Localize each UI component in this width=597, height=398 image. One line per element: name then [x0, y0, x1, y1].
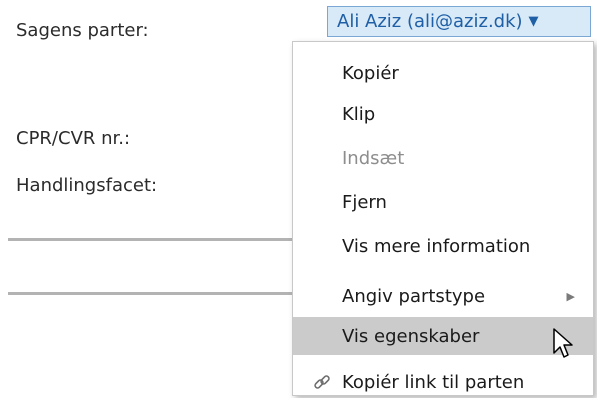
menu-item-copy-link[interactable]: Kopiér link til parten	[293, 363, 593, 398]
action-facet-label: Handlingsfacet:	[16, 175, 158, 196]
parties-label: Sagens parter:	[16, 20, 149, 41]
menu-item-label: Fjern	[342, 191, 387, 213]
divider-line	[8, 292, 308, 295]
menu-item-label: Kopiér link til parten	[342, 371, 525, 393]
menu-item-label: Indsæt	[342, 147, 405, 169]
menu-item-label: Klip	[342, 103, 376, 125]
triangle-down-icon: ▼	[528, 14, 539, 29]
menu-item-show-properties[interactable]: Vis egenskaber	[293, 317, 593, 355]
menu-item-set-party-type[interactable]: Angiv partstype ▶	[293, 277, 593, 315]
menu-item-paste: Indsæt	[293, 139, 593, 177]
menu-item-label: Kopiér	[342, 62, 399, 84]
mouse-pointer-icon	[553, 328, 573, 358]
context-menu: Kopiér Klip Indsæt Fjern Vis mere inform…	[292, 41, 594, 396]
link-icon	[314, 375, 330, 389]
menu-item-remove[interactable]: Fjern	[293, 183, 593, 221]
screen: Sagens parter: CPR/CVR nr.: Handlingsfac…	[0, 0, 597, 398]
menu-item-label: Vis egenskaber	[342, 325, 480, 347]
divider-line	[8, 238, 308, 241]
cpr-cvr-label: CPR/CVR nr.:	[16, 128, 131, 149]
party-select-value: Ali Aziz (ali@aziz.dk)	[337, 11, 523, 32]
menu-item-copy[interactable]: Kopiér	[293, 54, 593, 92]
menu-item-more-information[interactable]: Vis mere information	[293, 227, 593, 265]
menu-item-cut[interactable]: Klip	[293, 95, 593, 133]
submenu-arrow-icon: ▶	[566, 289, 575, 303]
menu-item-label: Angiv partstype	[342, 285, 486, 307]
party-select[interactable]: Ali Aziz (ali@aziz.dk) ▼	[327, 6, 591, 37]
menu-item-label: Vis mere information	[342, 235, 531, 257]
